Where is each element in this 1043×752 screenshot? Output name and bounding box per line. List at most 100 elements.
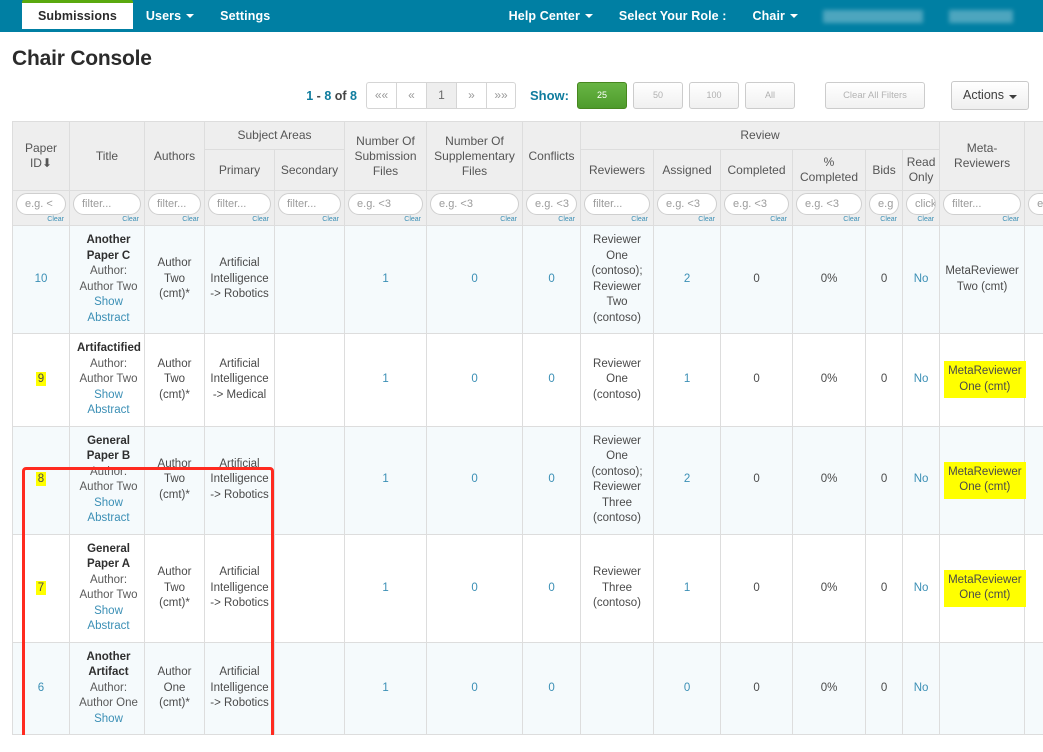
read-only-value[interactable]: No [914,373,929,385]
paper-id-value[interactable]: 9 [35,372,47,387]
col-header-secondary[interactable]: Secondary [273,149,346,191]
read-only-value[interactable]: No [914,682,929,694]
col-header-meta-reviewers[interactable]: Meta-Reviewers [939,121,1026,191]
col-header-primary[interactable]: Primary [204,149,275,191]
conflicts-value[interactable]: 0 [548,582,554,594]
pager-page-1-button[interactable]: 1 [426,82,456,109]
supplementary-files-value[interactable]: 0 [471,682,477,694]
pager-last-button[interactable]: »» [486,82,516,109]
filter-input-read-only[interactable]: click [906,193,937,215]
submission-files-value[interactable]: 1 [382,373,388,385]
filter-input-reviewers[interactable]: filter... [584,193,651,215]
show-all-button[interactable]: All [745,82,795,109]
filter-input-bids[interactable]: e.g [869,193,900,215]
filter-clear-link-supplementary-files[interactable]: Clear [430,216,519,223]
filter-clear-link-paper-id[interactable]: Clear [16,216,66,223]
actions-button[interactable]: Actions [951,81,1029,110]
show-50-button[interactable]: 50 [633,82,683,109]
filter-clear-link-bids[interactable]: Clear [869,216,899,223]
col-header-paper-id[interactable]: Paper ID⬇ [12,121,70,191]
conflicts-value[interactable]: 0 [548,373,554,385]
filter-clear-link-percent-completed[interactable]: Clear [796,216,862,223]
assigned-value[interactable]: 0 [684,682,690,694]
filter-input-meta-reviewers[interactable]: filter... [943,193,1022,215]
filter-clear-link-completed[interactable]: Clear [724,216,789,223]
filter-clear-link-assigned[interactable]: Clear [657,216,717,223]
col-header-bids[interactable]: Bids [865,149,904,191]
supplementary-files-value[interactable]: 0 [471,273,477,285]
tab-settings[interactable]: Settings [207,0,283,32]
read-only-value[interactable]: No [914,473,929,485]
filter-clear-link-read-only[interactable]: Clear [906,216,936,223]
pager-prev-button[interactable]: « [396,82,426,109]
help-center-menu[interactable]: Help Center [496,0,606,32]
read-only-value[interactable]: No [914,273,929,285]
filter-clear-link-secondary[interactable]: Clear [278,216,341,223]
filter-input-conflicts[interactable]: e.g. <3 [526,193,578,215]
conflicts-value[interactable]: 0 [548,273,554,285]
read-only-value[interactable]: No [914,582,929,594]
col-header-completed[interactable]: Completed [720,149,794,191]
show-100-button[interactable]: 100 [689,82,739,109]
filter-input-assigned-meta[interactable]: e [1028,193,1043,215]
col-header-supplementary-files[interactable]: Number Of Supplementary Files [426,121,524,191]
col-header-assigned-meta[interactable]: As [1024,121,1043,191]
filter-input-title[interactable]: filter... [73,193,141,215]
role-selector[interactable]: Chair [740,0,811,32]
filter-input-supplementary-files[interactable]: e.g. <3 [430,193,520,215]
paper-id-value[interactable]: 8 [35,472,47,487]
col-header-read-only[interactable]: Read Only [902,149,941,191]
tab-users[interactable]: Users [133,0,207,32]
col-header-title[interactable]: Title [69,121,145,191]
filter-clear-link-submission-files[interactable]: Clear [348,216,423,223]
col-header-submission-files[interactable]: Number Of Submission Files [344,121,428,191]
filter-input-submission-files[interactable]: e.g. <3 [348,193,424,215]
submission-files-value[interactable]: 1 [382,682,388,694]
supplementary-files-value[interactable]: 0 [471,473,477,485]
filter-clear-link-primary[interactable]: Clear [208,216,271,223]
col-header-authors[interactable]: Authors [144,121,205,191]
supplementary-files-value[interactable]: 0 [471,373,477,385]
paper-id-value[interactable]: 10 [35,273,48,285]
submission-files-value[interactable]: 1 [382,473,388,485]
paper-id-value[interactable]: 6 [38,682,44,694]
pager-first-button[interactable]: «« [366,82,396,109]
filter-input-completed[interactable]: e.g. <3 [724,193,790,215]
col-header-percent-completed[interactable]: % Completed [792,149,867,191]
submission-files-value[interactable]: 1 [382,582,388,594]
assigned-value[interactable]: 2 [684,473,690,485]
filter-clear-link-authors[interactable]: Clear [148,216,201,223]
assigned-value[interactable]: 1 [684,373,690,385]
filter-input-percent-completed[interactable]: e.g. <3 [796,193,863,215]
filter-input-paper-id[interactable]: e.g. < [16,193,66,215]
show-abstract-link[interactable]: Show Abstract [87,497,129,525]
paper-id-value[interactable]: 7 [35,580,47,595]
show-abstract-link[interactable]: Show Abstract [87,296,129,324]
clear-all-filters-button[interactable]: Clear All Filters [825,82,925,109]
assigned-value[interactable]: 2 [684,273,690,285]
filter-clear-link-conflicts[interactable]: Clear [526,216,577,223]
show-25-button[interactable]: 25 [577,82,627,109]
filter-input-secondary[interactable]: filter... [278,193,342,215]
show-abstract-link[interactable]: Show [94,713,123,725]
submission-files-value[interactable]: 1 [382,273,388,285]
conflicts-value[interactable]: 0 [548,473,554,485]
supplementary-files-value[interactable]: 0 [471,582,477,594]
filter-clear-link-assigned-meta[interactable]: Clear [1028,216,1043,223]
filter-input-primary[interactable]: filter... [208,193,271,215]
bids-value: 0 [880,272,888,285]
conflicts-value[interactable]: 0 [548,682,554,694]
filter-clear-link-title[interactable]: Clear [73,216,141,223]
assigned-value[interactable]: 1 [684,582,690,594]
tab-submissions[interactable]: Submissions [22,0,133,29]
show-abstract-link[interactable]: Show Abstract [87,605,129,633]
filter-input-assigned[interactable]: e.g. <3 [657,193,718,215]
col-header-reviewers[interactable]: Reviewers [580,149,655,191]
pager-next-button[interactable]: » [456,82,486,109]
col-header-assigned[interactable]: Assigned [653,149,722,191]
filter-clear-link-reviewers[interactable]: Clear [584,216,650,223]
filter-clear-link-meta-reviewers[interactable]: Clear [943,216,1021,223]
show-abstract-link[interactable]: Show Abstract [87,389,129,417]
filter-input-authors[interactable]: filter... [148,193,201,215]
col-header-conflicts[interactable]: Conflicts [522,121,582,191]
